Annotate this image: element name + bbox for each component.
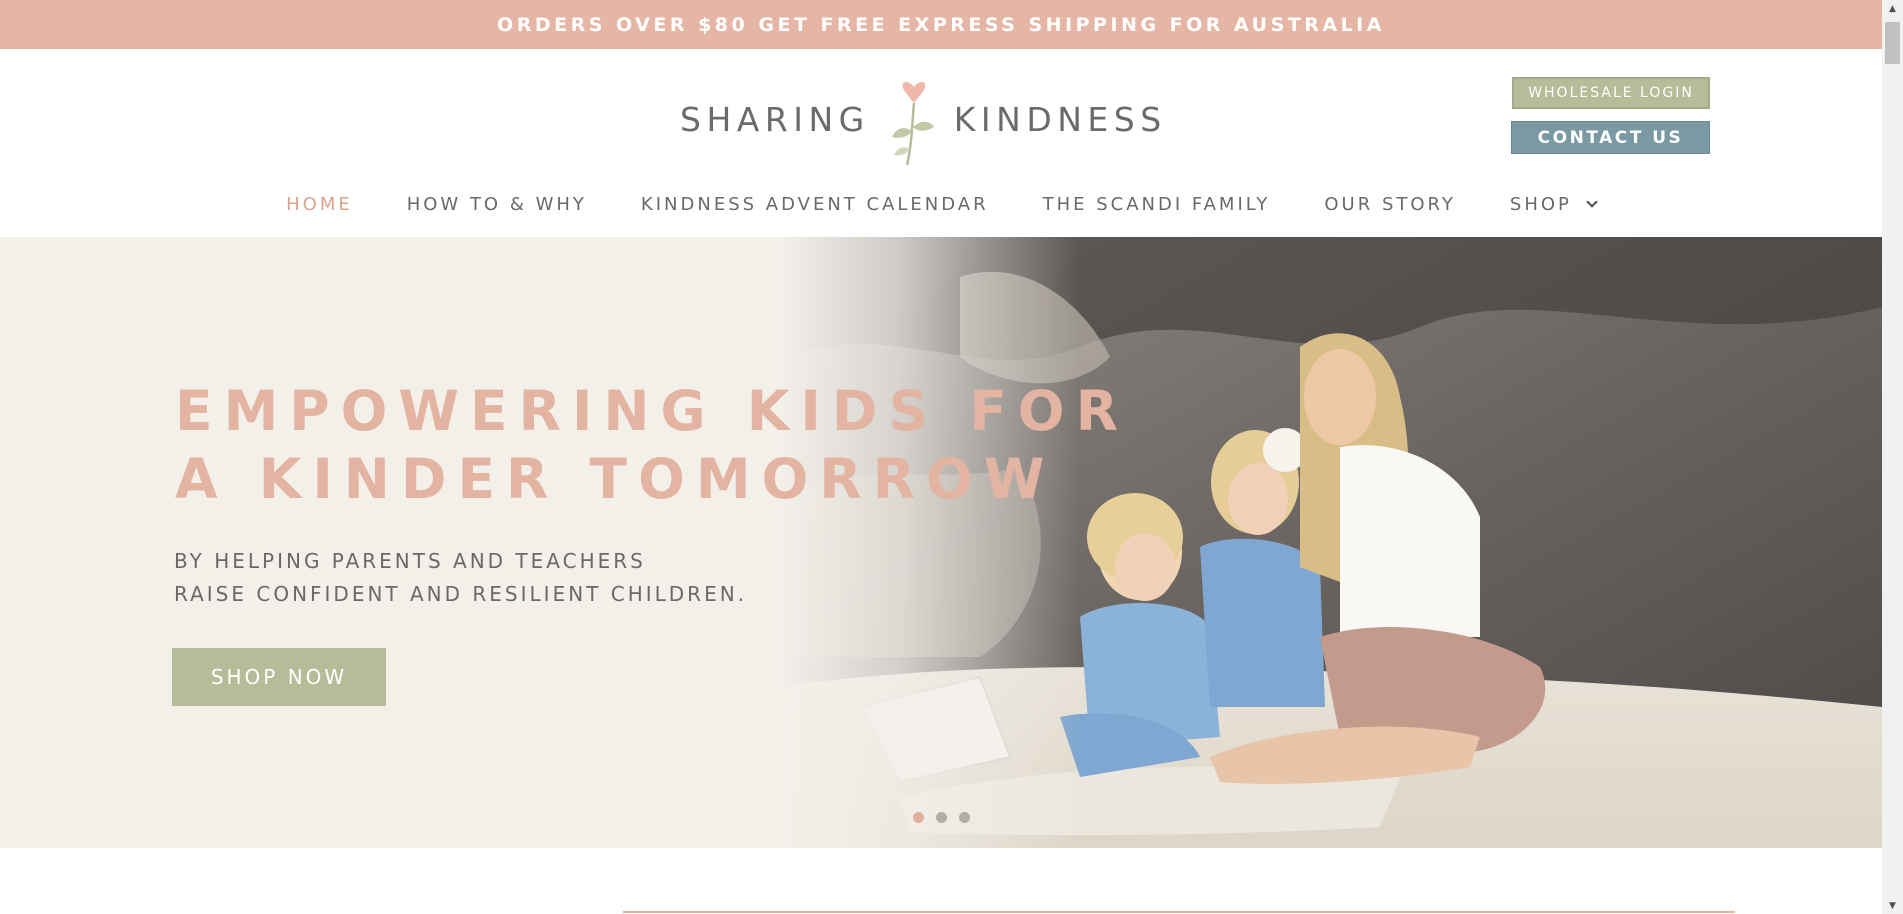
scroll-thumb[interactable]: [1885, 22, 1900, 64]
nav-item-home[interactable]: HOME: [259, 194, 380, 215]
announcement-text: ORDERS OVER $80 GET FREE EXPRESS SHIPPIN…: [497, 13, 1385, 36]
nav-item-our-story[interactable]: OUR STORY: [1297, 194, 1483, 215]
site-logo[interactable]: SHARING KINDNESS: [680, 69, 1170, 169]
hero-title-line2: A KINDER TOMORROW: [175, 447, 1056, 511]
slider-dot[interactable]: [913, 812, 924, 823]
section-divider: [623, 911, 1735, 913]
logo-word-sharing: SHARING: [680, 99, 870, 139]
scroll-down-icon[interactable]: ▼: [1882, 897, 1903, 914]
slider-dots: [913, 812, 970, 823]
nav-item-label: SHOP: [1509, 193, 1572, 215]
slider-dot[interactable]: [959, 812, 970, 823]
nav-item-advent-calendar[interactable]: KINDNESS ADVENT CALENDAR: [614, 194, 1016, 215]
hero-subtitle-line2: RAISE CONFIDENT AND RESILIENT CHILDREN.: [174, 582, 748, 606]
shop-now-button[interactable]: SHOP NOW: [172, 648, 386, 706]
hero-fade-overlay: [780, 237, 1080, 848]
scroll-up-icon[interactable]: ▲: [1882, 0, 1903, 17]
wholesale-login-button[interactable]: WHOLESALE LOGIN: [1512, 77, 1710, 109]
page: ORDERS OVER $80 GET FREE EXPRESS SHIPPIN…: [0, 0, 1903, 914]
chevron-down-icon[interactable]: [1586, 195, 1598, 208]
vertical-scrollbar[interactable]: ▲ ▼: [1882, 0, 1903, 914]
nav-item-how-to-why[interactable]: HOW TO & WHY: [380, 194, 614, 215]
hero-subtitle: BY HELPING PARENTS AND TEACHERS RAISE CO…: [174, 545, 747, 611]
flower-logo-icon: [891, 81, 934, 166]
hero-banner: EMPOWERING KIDS FOR A KINDER TOMORROW BY…: [0, 237, 1882, 848]
nav-item-label: OUR STORY: [1324, 193, 1456, 215]
hero-subtitle-line1: BY HELPING PARENTS AND TEACHERS: [174, 549, 646, 573]
nav-item-label: HOW TO & WHY: [406, 193, 587, 215]
nav-item-label: HOME: [286, 193, 353, 215]
announcement-bar: ORDERS OVER $80 GET FREE EXPRESS SHIPPIN…: [0, 0, 1882, 49]
logo-word-kindness: KINDNESS: [953, 99, 1167, 139]
contact-us-button[interactable]: CONTACT US: [1511, 121, 1710, 154]
nav-item-label: KINDNESS ADVENT CALENDAR: [640, 193, 989, 215]
nav-item-scandi-family[interactable]: THE SCANDI FAMILY: [1016, 194, 1298, 215]
nav-item-shop[interactable]: SHOP: [1483, 194, 1623, 215]
nav-item-label: THE SCANDI FAMILY: [1042, 193, 1271, 215]
main-nav: HOME HOW TO & WHY KINDNESS ADVENT CALEND…: [0, 189, 1882, 219]
slider-dot[interactable]: [936, 812, 947, 823]
hero-title-line1: EMPOWERING KIDS FOR: [175, 379, 1129, 443]
site-header: SHARING KINDNESS WHOLESALE LOGIN CONTACT…: [0, 49, 1882, 237]
hero-title: EMPOWERING KIDS FOR A KINDER TOMORROW: [175, 377, 1129, 513]
